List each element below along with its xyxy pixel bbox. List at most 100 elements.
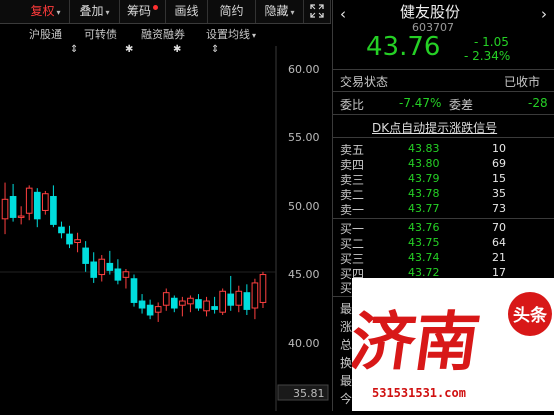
candle-body[interactable] bbox=[66, 233, 73, 245]
candle-body[interactable] bbox=[162, 292, 170, 306]
sell-price[interactable]: 43.80 bbox=[408, 157, 440, 170]
low-price-label: 35.81 bbox=[293, 387, 325, 400]
bid-ratio-label: 委比 bbox=[340, 98, 365, 112]
divider bbox=[332, 69, 554, 70]
y-tick-label: 40.00 bbox=[288, 337, 320, 350]
indicator-toolbar: 沪股通 可转债 融资融券 设置均线 ▾ bbox=[0, 24, 270, 44]
buy-price[interactable]: 43.75 bbox=[408, 236, 440, 249]
candle-body[interactable] bbox=[203, 300, 210, 312]
divider bbox=[332, 296, 352, 297]
candle-body[interactable] bbox=[17, 215, 25, 218]
sell-volume: 73 bbox=[492, 202, 506, 215]
chips-button[interactable]: 筹码 bbox=[120, 0, 166, 23]
sell-price[interactable]: 43.79 bbox=[408, 172, 440, 185]
draw-line-button[interactable]: 画线 bbox=[166, 0, 208, 23]
sell-price[interactable]: 43.78 bbox=[408, 187, 440, 200]
watermark-url: 531531531.com bbox=[372, 386, 466, 400]
chart-toolbar: 复权 ▾ 叠加 ▾ 筹码 画线 简约 隐藏 ▾ bbox=[0, 0, 331, 24]
buy-price[interactable]: 43.76 bbox=[408, 221, 440, 234]
margin-trading-link[interactable]: 融资融券 bbox=[141, 26, 185, 42]
fullscreen-button[interactable] bbox=[304, 0, 331, 23]
trade-status-value: 已收市 bbox=[504, 75, 541, 89]
price-change-pct: - 2.34% bbox=[464, 49, 511, 63]
shgt-link[interactable]: 沪股通 bbox=[29, 26, 62, 42]
candle-body[interactable] bbox=[82, 247, 89, 264]
expand-icon bbox=[310, 4, 324, 18]
ma-settings-button[interactable]: 设置均线 ▾ bbox=[206, 26, 256, 42]
dk-signal-link[interactable]: DK点自动提示涨跌信号 bbox=[372, 119, 497, 136]
fuquan-button[interactable]: 复权 ▾ bbox=[22, 0, 70, 23]
watermark-chars: 济南 bbox=[352, 305, 484, 380]
notification-dot-icon bbox=[153, 5, 158, 10]
sell-price[interactable]: 43.83 bbox=[408, 142, 440, 155]
buy-volume: 70 bbox=[492, 221, 506, 234]
sell-level-label: 卖一 bbox=[340, 203, 365, 217]
bid-diff-label: 委差 bbox=[449, 98, 474, 112]
candle-body[interactable] bbox=[243, 292, 251, 310]
candle-body[interactable] bbox=[211, 306, 218, 310]
candle-body[interactable] bbox=[138, 300, 146, 309]
candle-body[interactable] bbox=[219, 290, 226, 313]
candle-body[interactable] bbox=[122, 271, 130, 278]
candle-body[interactable] bbox=[146, 304, 154, 316]
bid-diff-value: -28 bbox=[528, 96, 548, 110]
buy-price[interactable]: 43.74 bbox=[408, 251, 440, 264]
y-tick-label: 60.00 bbox=[288, 63, 320, 76]
buy-volume: 64 bbox=[492, 236, 506, 249]
divider bbox=[332, 114, 554, 115]
candle-body[interactable] bbox=[33, 191, 41, 220]
candle-body[interactable] bbox=[1, 198, 9, 220]
candle-body[interactable] bbox=[90, 261, 98, 278]
prev-stock-icon[interactable]: ‹ bbox=[340, 5, 346, 23]
current-price: 43.76 bbox=[366, 32, 441, 62]
y-tick-label: 45.00 bbox=[288, 268, 320, 281]
hide-button[interactable]: 隐藏 ▾ bbox=[256, 0, 304, 23]
candle-body[interactable] bbox=[227, 293, 235, 306]
simple-mode-label: 简约 bbox=[219, 4, 244, 18]
y-tick-label: 55.00 bbox=[288, 131, 320, 144]
ma-settings-label: 设置均线 bbox=[206, 28, 250, 41]
overlay-button[interactable]: 叠加 ▾ bbox=[70, 0, 120, 23]
candle-body[interactable] bbox=[58, 226, 65, 234]
dropdown-arrow-icon: ▾ bbox=[56, 8, 61, 17]
sell-volume: 10 bbox=[492, 142, 506, 155]
candle-body[interactable] bbox=[170, 297, 178, 309]
buy-volume: 21 bbox=[492, 251, 506, 264]
candle-body[interactable] bbox=[98, 258, 106, 276]
candle-body[interactable] bbox=[114, 268, 122, 281]
candle-body[interactable] bbox=[251, 282, 259, 309]
candle-body[interactable] bbox=[195, 299, 202, 309]
divider bbox=[332, 137, 554, 138]
divider bbox=[332, 218, 554, 219]
overlay-label: 叠加 bbox=[79, 4, 104, 18]
candle-body[interactable] bbox=[179, 300, 186, 306]
candle-body[interactable] bbox=[106, 262, 114, 271]
sell-volume: 15 bbox=[492, 172, 506, 185]
sell-price[interactable]: 43.77 bbox=[408, 202, 440, 215]
fuquan-label: 复权 bbox=[30, 4, 55, 18]
dropdown-arrow-icon: ▾ bbox=[105, 8, 110, 17]
candle-body[interactable] bbox=[187, 297, 194, 305]
candles-group bbox=[1, 182, 267, 322]
candle-body[interactable] bbox=[130, 278, 138, 303]
divider bbox=[332, 91, 554, 92]
candle-body[interactable] bbox=[25, 187, 33, 214]
candle-body[interactable] bbox=[9, 196, 17, 218]
price-change: - 1.05 bbox=[474, 35, 509, 49]
candle-body[interactable] bbox=[259, 274, 267, 303]
candle-body[interactable] bbox=[42, 193, 49, 211]
candle-body[interactable] bbox=[235, 290, 243, 306]
dropdown-arrow-icon: ▾ bbox=[252, 31, 257, 40]
convertible-bond-link[interactable]: 可转债 bbox=[84, 26, 117, 42]
candle-body[interactable] bbox=[74, 239, 81, 244]
sell-volume: 35 bbox=[492, 187, 506, 200]
next-stock-icon[interactable]: › bbox=[541, 5, 547, 23]
simple-mode-button[interactable]: 简约 bbox=[208, 0, 256, 23]
dropdown-arrow-icon: ▾ bbox=[290, 8, 295, 17]
sell-volume: 69 bbox=[492, 157, 506, 170]
candle-body[interactable] bbox=[50, 196, 57, 225]
candlestick-chart[interactable]: 60.00 55.00 50.00 45.00 40.00 35.81 bbox=[0, 46, 331, 411]
y-tick-label: 50.00 bbox=[288, 200, 320, 213]
chips-label: 筹码 bbox=[126, 4, 151, 18]
candle-body[interactable] bbox=[154, 306, 162, 313]
